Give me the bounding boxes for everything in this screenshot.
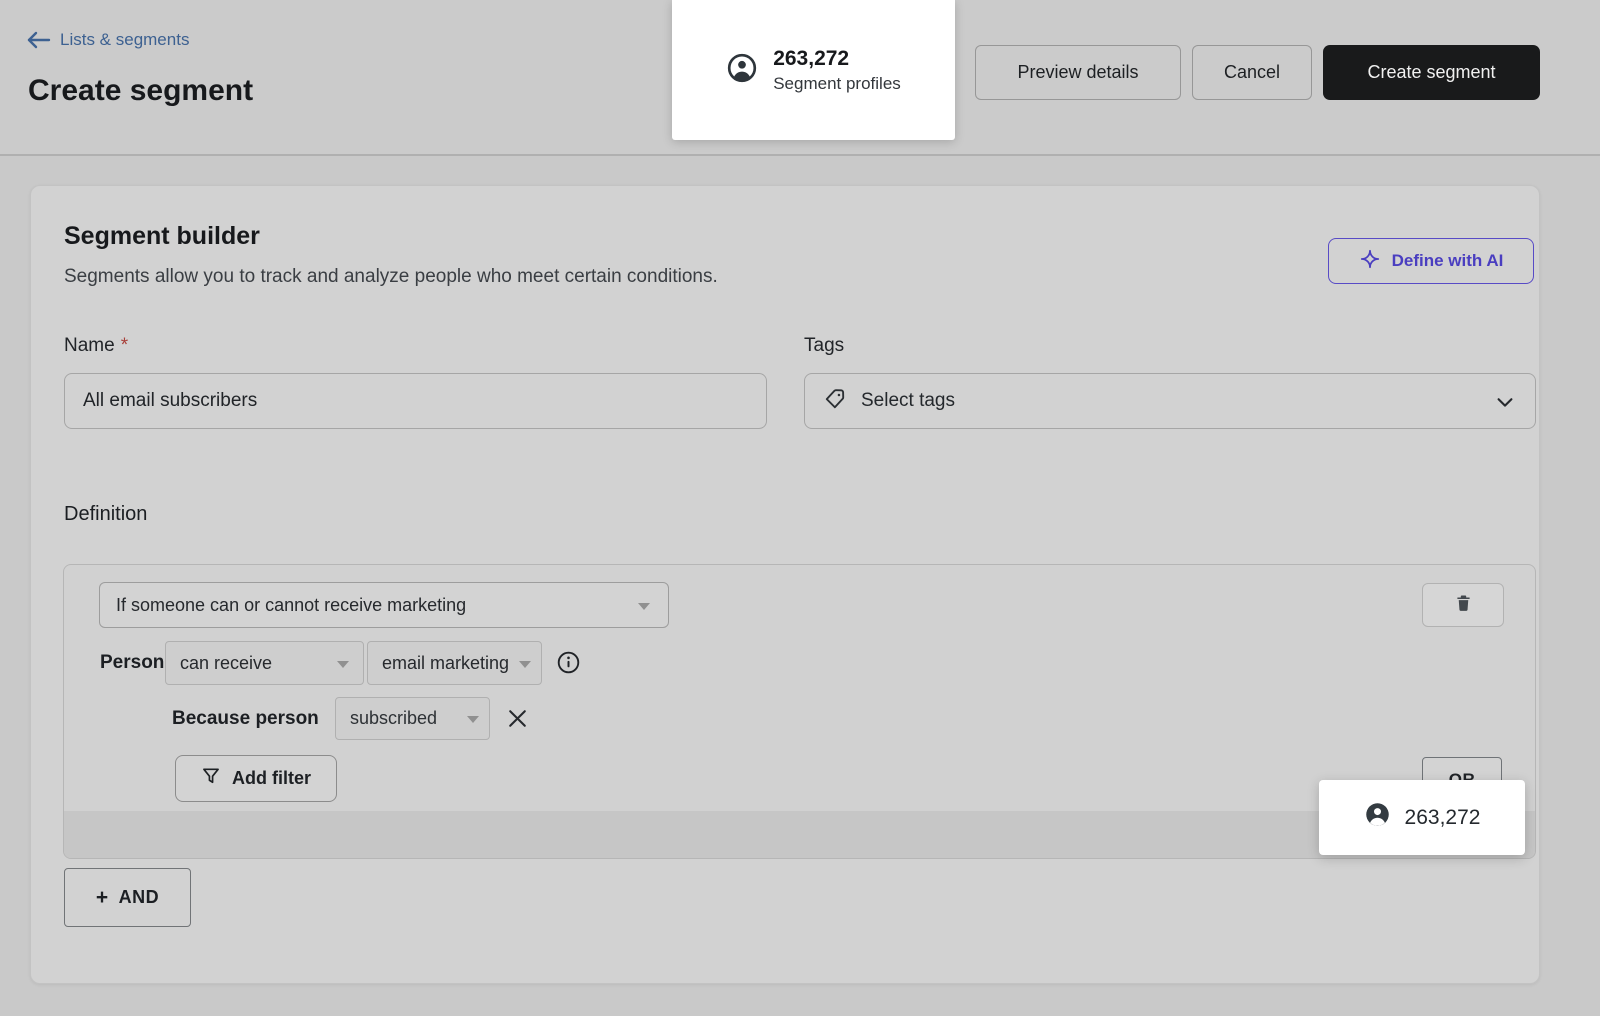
- segment-builder-card: Segment builder Segments allow you to tr…: [30, 185, 1540, 984]
- required-marker: *: [121, 335, 128, 356]
- select-caret-icon: [519, 661, 531, 668]
- add-filter-button[interactable]: Add filter: [175, 755, 337, 802]
- preview-details-button[interactable]: Preview details: [975, 45, 1181, 100]
- name-label: Name*: [64, 335, 128, 357]
- profile-icon: [1364, 801, 1391, 834]
- info-icon[interactable]: [556, 650, 581, 680]
- condition-footer-strip: [64, 811, 1535, 858]
- tags-placeholder: Select tags: [861, 390, 955, 412]
- condition-type-select[interactable]: If someone can or cannot receive marketi…: [99, 582, 669, 628]
- tags-select[interactable]: Select tags: [804, 373, 1536, 429]
- breadcrumb-label: Lists & segments: [60, 30, 189, 50]
- consent-select[interactable]: can receive: [165, 641, 364, 685]
- filter-icon: [201, 766, 221, 791]
- tag-icon: [823, 386, 848, 417]
- builder-title: Segment builder: [64, 222, 260, 251]
- create-segment-button[interactable]: Create segment: [1323, 45, 1540, 100]
- add-and-condition-button[interactable]: + AND: [64, 868, 191, 927]
- breadcrumb[interactable]: Lists & segments: [27, 30, 189, 50]
- sparkle-icon: [1359, 248, 1381, 275]
- channel-select[interactable]: email marketing: [367, 641, 542, 685]
- select-caret-icon: [337, 661, 349, 668]
- segment-profiles-label: Segment profiles: [773, 74, 901, 94]
- tags-label: Tags: [804, 335, 844, 357]
- select-caret-icon: [638, 603, 650, 610]
- select-caret-icon: [467, 716, 479, 723]
- builder-subtitle: Segments allow you to track and analyze …: [64, 266, 718, 288]
- cancel-button[interactable]: Cancel: [1192, 45, 1312, 100]
- segment-profiles-counter: 263,272 Segment profiles: [672, 0, 955, 140]
- condition-profiles-count: 263,272: [1405, 806, 1481, 830]
- trash-icon: [1454, 593, 1473, 618]
- definition-label: Definition: [64, 503, 147, 526]
- page-title: Create segment: [28, 74, 253, 108]
- segment-profiles-count: 263,272: [773, 47, 901, 71]
- condition-profiles-counter: 263,272: [1319, 780, 1525, 855]
- profile-icon: [726, 52, 758, 89]
- define-with-ai-button[interactable]: Define with AI: [1328, 238, 1534, 284]
- chevron-down-icon: [1493, 391, 1517, 419]
- delete-condition-button[interactable]: [1422, 583, 1504, 627]
- condition-block: If someone can or cannot receive marketi…: [63, 564, 1536, 859]
- back-arrow-icon: [27, 31, 51, 49]
- close-icon[interactable]: [505, 706, 530, 736]
- plus-icon: +: [96, 886, 109, 910]
- person-label: Person: [100, 652, 164, 674]
- reason-select[interactable]: subscribed: [335, 697, 490, 740]
- name-input[interactable]: [64, 373, 767, 429]
- because-person-label: Because person: [172, 708, 319, 730]
